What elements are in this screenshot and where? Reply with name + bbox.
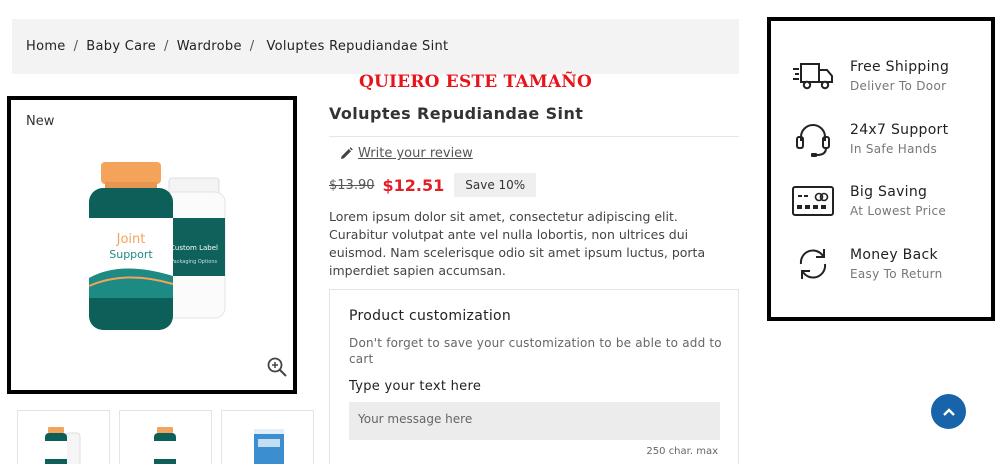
breadcrumb-home[interactable]: Home — [26, 39, 66, 54]
feature-subtitle: Easy To Return — [850, 267, 943, 281]
feature-support: 24x7 Support In Safe Hands — [791, 119, 948, 159]
annotation-text: QUIERO ESTE TAMAÑO — [359, 72, 593, 92]
feature-title: Big Saving — [850, 184, 928, 200]
breadcrumb: Home / Baby Care / Wardrobe / Voluptes R… — [12, 19, 739, 74]
feature-subtitle: Deliver To Door — [850, 79, 947, 93]
thumbnail-2[interactable] — [119, 410, 212, 464]
bottle-back-sublabel: Packaging Options — [171, 259, 218, 265]
bottle-front-sublabel: Support — [109, 248, 153, 261]
price-block: $13.90 $12.51 Save 10% — [329, 173, 537, 197]
current-price: $12.51 — [382, 175, 445, 195]
product-customization: Product customization Don't forget to sa… — [329, 289, 739, 464]
product-image-box[interactable]: New Custom Label Packaging Options Joint… — [7, 96, 297, 394]
write-review-link[interactable]: Write your review — [340, 146, 473, 161]
features-panel: Free Shipping Deliver To Door 24x7 Suppo… — [767, 17, 995, 321]
thumbnail-1[interactable] — [17, 410, 110, 464]
customization-title: Product customization — [349, 308, 512, 324]
bottle-front-label: Joint — [116, 232, 146, 247]
truck-icon — [793, 63, 833, 90]
old-price: $13.90 — [329, 177, 375, 193]
zoom-icon[interactable] — [266, 356, 288, 378]
chevron-up-icon — [942, 407, 955, 416]
feature-title: Free Shipping — [850, 59, 950, 75]
headset-icon — [796, 124, 830, 157]
feature-subtitle: At Lowest Price — [850, 204, 947, 218]
text-field-label: Type your text here — [349, 379, 482, 394]
feature-big-saving: Big Saving At Lowest Price — [791, 181, 946, 221]
feature-subtitle: In Safe Hands — [850, 142, 938, 156]
product-title: Voluptes Repudiandae Sint — [329, 104, 584, 123]
write-review-label: Write your review — [358, 146, 473, 161]
feature-title: 24x7 Support — [850, 122, 949, 138]
refresh-icon — [799, 249, 827, 279]
custom-message-input[interactable] — [349, 402, 720, 440]
breadcrumb-separator: / — [164, 39, 169, 54]
feature-title: Money Back — [850, 247, 938, 263]
divider — [329, 136, 739, 137]
feature-money-back: Money Back Easy To Return — [791, 244, 943, 284]
discount-badge: Save 10% — [454, 173, 537, 197]
breadcrumb-current: Voluptes Repudiandae Sint — [266, 39, 449, 54]
customization-note: Don't forget to save your customization … — [349, 336, 722, 366]
char-limit: 250 char. max — [646, 446, 718, 457]
product-image[interactable]: Custom Label Packaging Options Joint Sup… — [11, 100, 293, 390]
breadcrumb-separator: / — [73, 39, 79, 54]
breadcrumb-wardrobe[interactable]: Wardrobe — [177, 39, 242, 54]
breadcrumb-separator: / — [249, 39, 255, 54]
bottle-back-label: Custom Label — [170, 244, 218, 252]
card-icon — [792, 186, 834, 216]
scroll-to-top-button[interactable] — [931, 394, 966, 429]
breadcrumb-baby-care[interactable]: Baby Care — [86, 39, 156, 54]
product-description: Lorem ipsum dolor sit amet, consectetur … — [329, 209, 706, 278]
feature-free-shipping: Free Shipping Deliver To Door — [791, 56, 949, 96]
pencil-icon — [341, 147, 353, 159]
thumbnail-3[interactable] — [221, 410, 314, 464]
